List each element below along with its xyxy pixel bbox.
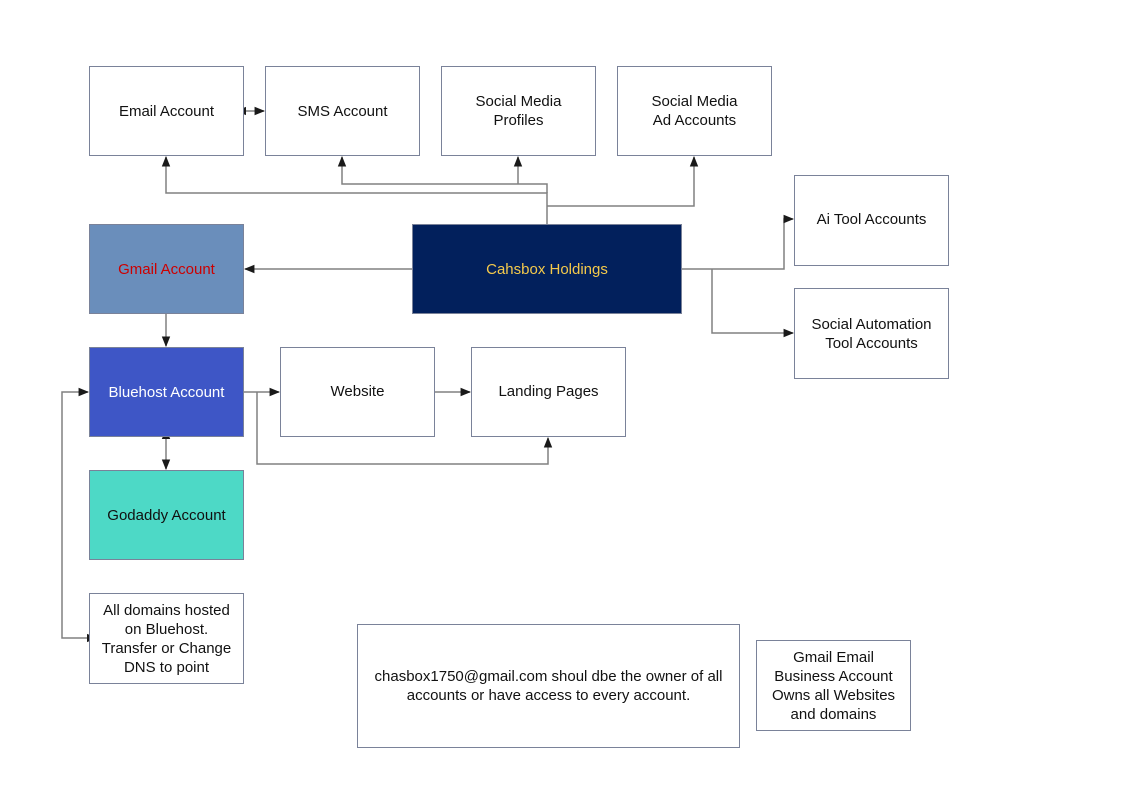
edge-cashbox-to-ai-tools	[682, 214, 795, 270]
node-label: Landing Pages	[498, 383, 599, 400]
node-social-automation-tool-accounts[interactable]: Social Automation Tool Accounts	[794, 288, 949, 379]
node-label: Gmail Account	[118, 260, 215, 278]
node-social-media-profiles[interactable]: Social Media Profiles	[441, 66, 596, 156]
node-label: Social Automation Tool Accounts	[811, 315, 932, 352]
node-godaddy-account[interactable]: Godaddy Account	[89, 470, 244, 560]
node-label: SMS Account	[297, 102, 388, 120]
node-gmail-account[interactable]: Gmail Account	[89, 224, 244, 314]
node-label: Website	[330, 383, 385, 400]
edge-cashbox-to-sms	[337, 155, 548, 193]
node-social-media-ad-accounts[interactable]: Social Media Ad Accounts	[617, 66, 772, 156]
edge-cashbox-to-ads	[547, 155, 699, 207]
note-gmail-business-account[interactable]: Gmail Email Business Account Owns all We…	[756, 640, 911, 731]
edge-domains-bluehost	[61, 387, 98, 643]
node-label: Social Media Profiles	[475, 93, 562, 129]
edge-cashbox-to-automation	[711, 269, 795, 338]
note-text: Gmail Email Business Account Owns all We…	[771, 648, 896, 723]
node-email-account[interactable]: Email Account	[89, 66, 244, 156]
node-website[interactable]: Website	[280, 347, 435, 437]
node-sms-account[interactable]: SMS Account	[265, 66, 420, 156]
node-label: Social Media Ad Accounts	[651, 93, 738, 129]
node-bluehost-account[interactable]: Bluehost Account	[89, 347, 244, 437]
note-text: All domains hosted on Bluehost. Transfer…	[101, 601, 232, 676]
note-text: chasbox1750@gmail.com shoul dbe the owne…	[374, 668, 723, 704]
node-ai-tool-accounts[interactable]: Ai Tool Accounts	[794, 175, 949, 266]
node-label: Ai Tool Accounts	[816, 211, 927, 228]
edge-cashbox-to-email	[161, 155, 548, 224]
note-domains-hosted[interactable]: All domains hosted on Bluehost. Transfer…	[89, 593, 244, 684]
node-label: Cahsbox Holdings	[486, 260, 608, 278]
node-label: Godaddy Account	[107, 506, 226, 524]
node-cashbox-holdings[interactable]: Cahsbox Holdings	[412, 224, 682, 314]
note-owner-account[interactable]: chasbox1750@gmail.com shoul dbe the owne…	[357, 624, 740, 748]
node-label: Email Account	[118, 102, 215, 120]
node-landing-pages[interactable]: Landing Pages	[471, 347, 626, 437]
node-label: Bluehost Account	[108, 383, 225, 401]
diagram-canvas: Email Account SMS Account Social Media P…	[0, 0, 1122, 794]
